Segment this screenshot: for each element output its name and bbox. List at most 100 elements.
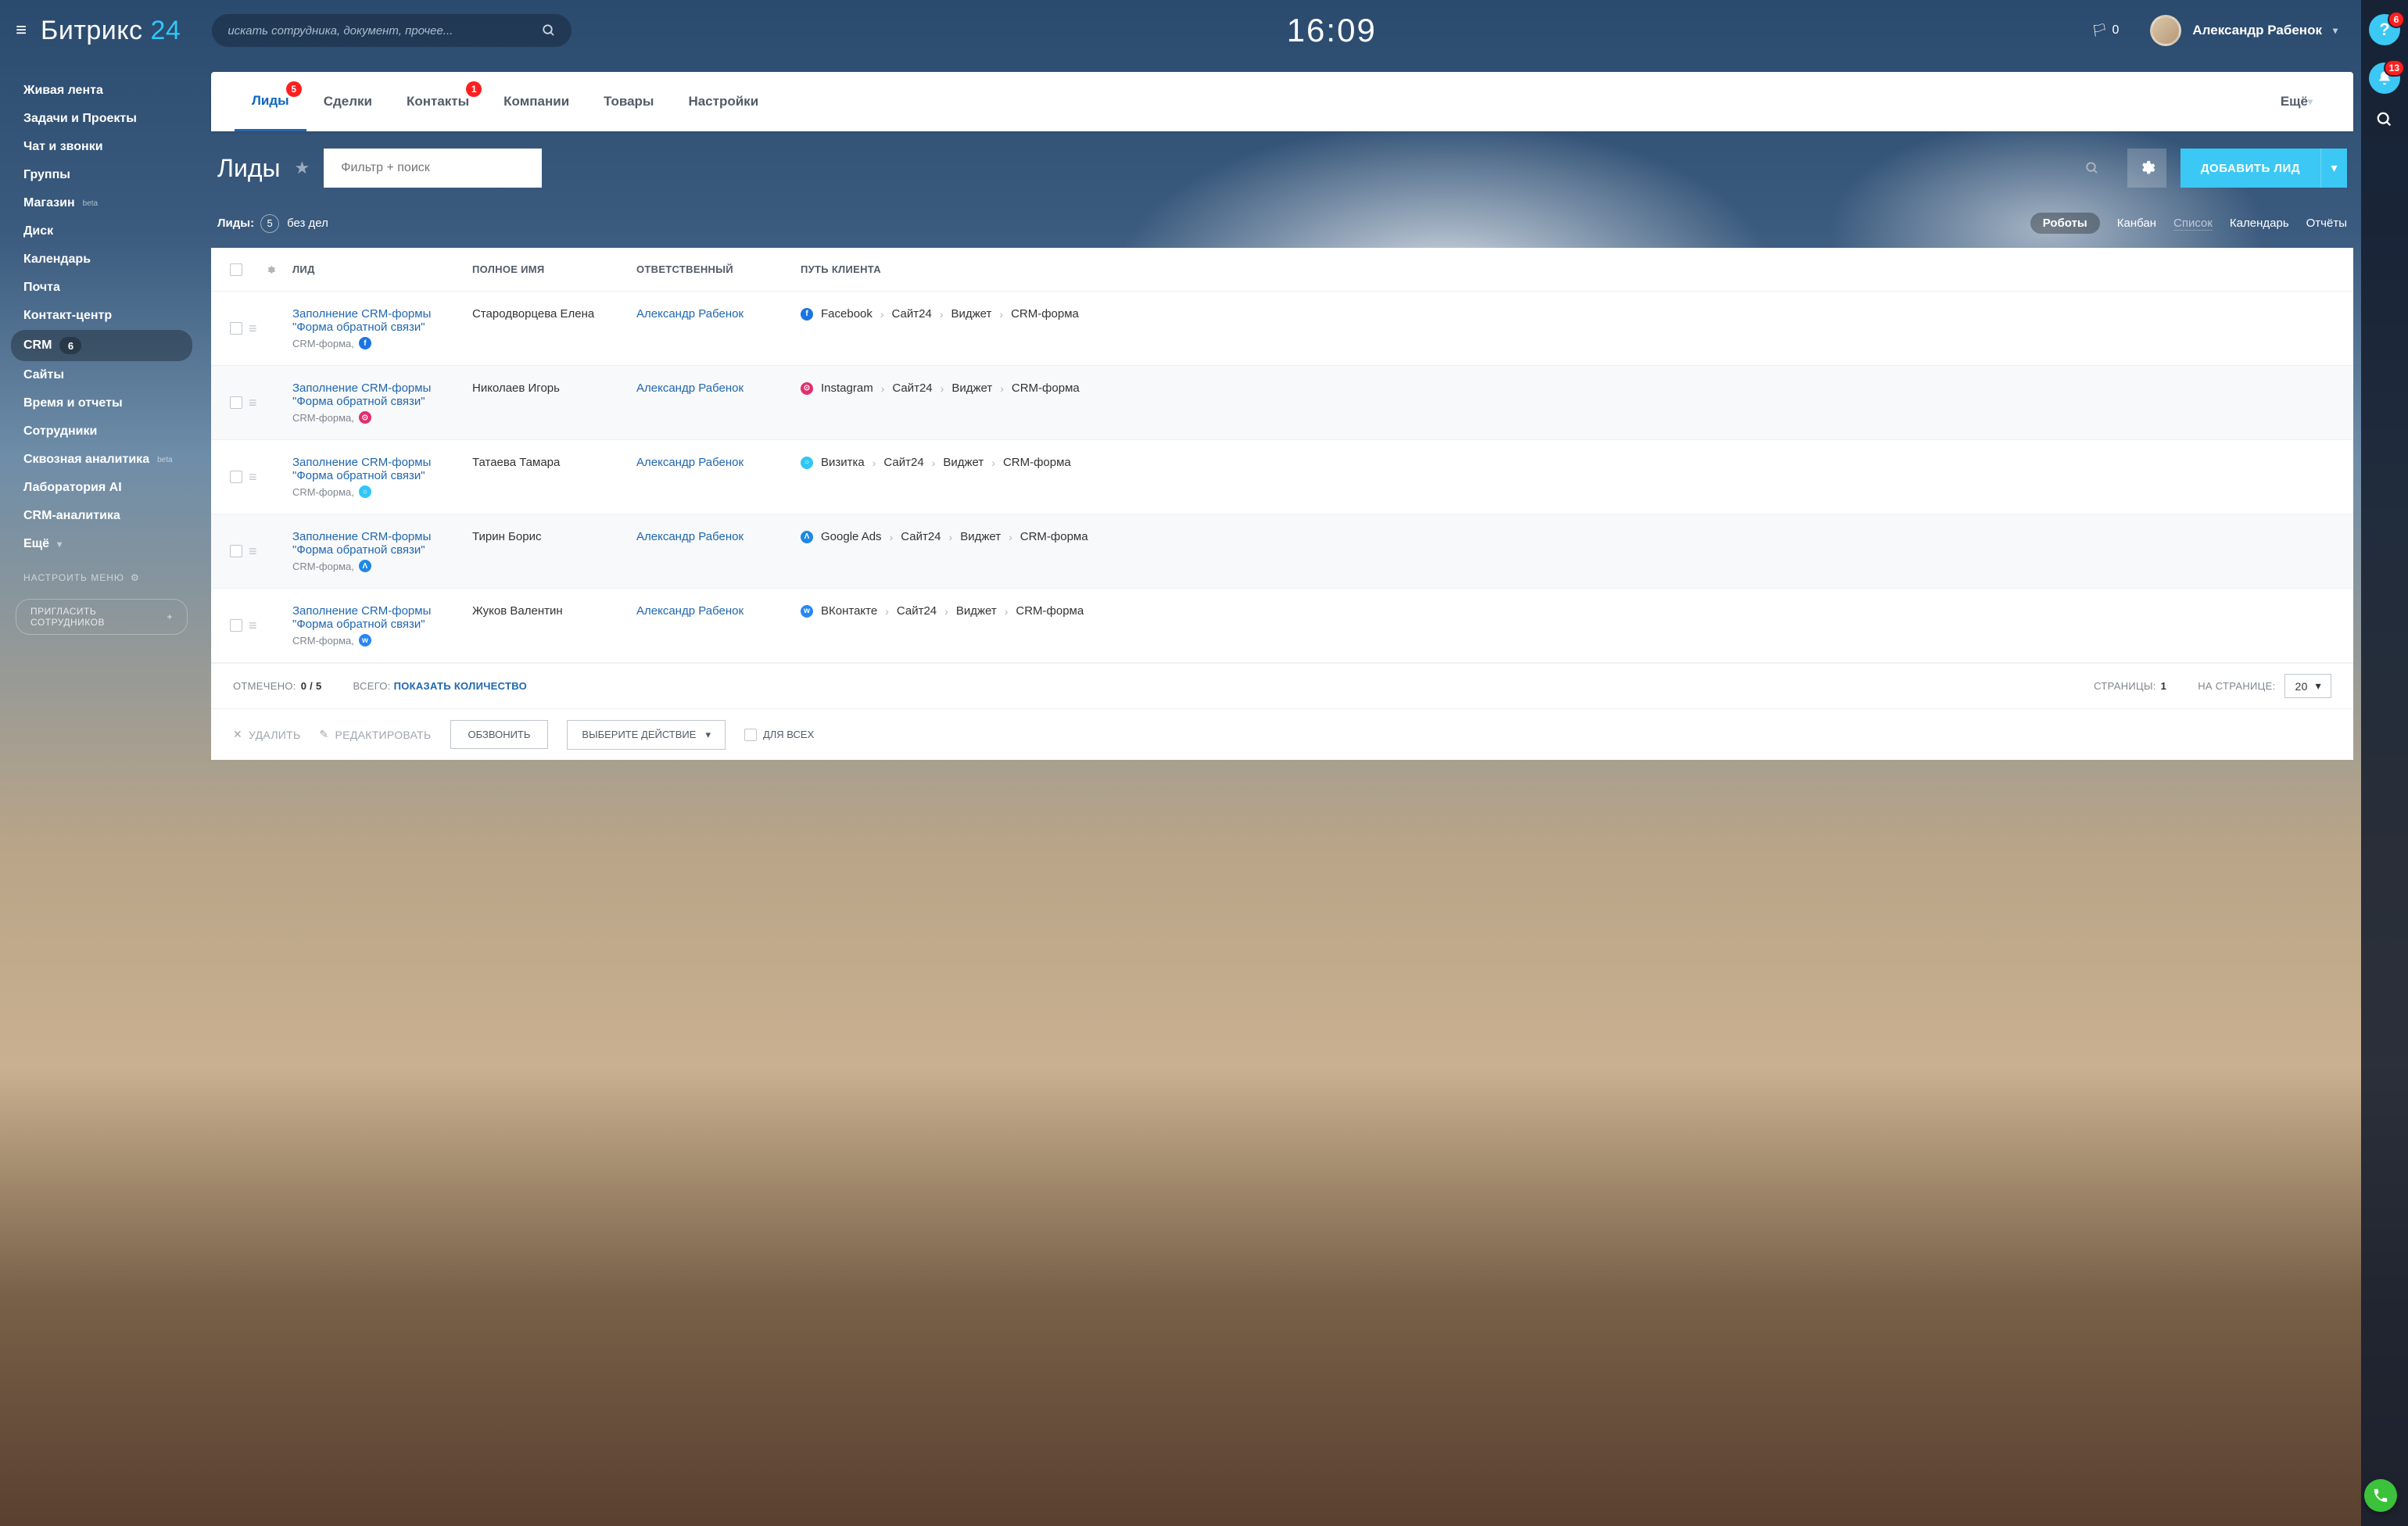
select-all-checkbox[interactable]	[230, 263, 242, 276]
nav-item-группы[interactable]: Группы	[11, 161, 192, 189]
view-список[interactable]: Список	[2173, 217, 2213, 231]
nav-item-календарь[interactable]: Календарь	[11, 245, 192, 274]
tab-сделки[interactable]: Сделки	[306, 72, 389, 131]
add-lead-button[interactable]: ДОБАВИТЬ ЛИД	[2180, 149, 2320, 188]
global-search[interactable]	[212, 14, 572, 47]
lead-link[interactable]: Заполнение CRM-формы "Форма обратной свя…	[292, 530, 472, 557]
flag-indicator[interactable]: 🏳 0	[2091, 23, 2119, 38]
title-row: Лиды ★ ДОБАВИТЬ ЛИД ▾	[211, 131, 2353, 205]
nav-item-чат-и-звонки[interactable]: Чат и звонки	[11, 133, 192, 161]
view-отчёты[interactable]: Отчёты	[2306, 217, 2347, 230]
star-icon[interactable]: ★	[295, 158, 310, 178]
drag-handle-icon[interactable]: ≡	[249, 544, 257, 558]
col-resp[interactable]: Ответственный	[636, 263, 801, 275]
responsible-link[interactable]: Александр Рабенок	[636, 382, 801, 424]
help-button[interactable]: ? 6	[2369, 14, 2400, 45]
show-total-link[interactable]: Показать количество	[394, 680, 527, 692]
responsible-link[interactable]: Александр Рабенок	[636, 604, 801, 647]
nav-item-лаборатория-ai[interactable]: Лаборатория AI	[11, 474, 192, 502]
view-канбан[interactable]: Канбан	[2117, 217, 2156, 230]
call-button[interactable]: Обзвонить	[450, 720, 549, 749]
col-lead[interactable]: Лид	[292, 263, 472, 275]
logo: Битрикс 24	[41, 16, 181, 46]
view-календарь[interactable]: Календарь	[2230, 217, 2289, 230]
row-checkbox[interactable]	[230, 396, 242, 409]
topbar: ≡ Битрикс 24 16:09 🏳 0 Александр Рабенок…	[0, 0, 2361, 61]
responsible-link[interactable]: Александр Рабенок	[636, 530, 801, 572]
nav-item-время-и-отчеты[interactable]: Время и отчеты	[11, 389, 192, 417]
nav-item-crm[interactable]: CRM6	[11, 330, 192, 361]
drag-handle-icon[interactable]: ≡	[249, 396, 257, 410]
invite-button[interactable]: Пригласить сотрудников +	[16, 599, 188, 635]
action-select[interactable]: Выберите действие▾	[567, 720, 726, 750]
forall-checkbox[interactable]: Для всех	[744, 729, 814, 741]
tab-контакты[interactable]: Контакты1	[389, 72, 486, 131]
rail-search-button[interactable]	[2376, 111, 2393, 128]
vk-icon: w	[359, 634, 371, 647]
nav-item-магазин[interactable]: Магазинbeta	[11, 189, 192, 217]
nav-item-ещё[interactable]: Ещё▾	[11, 530, 192, 558]
perpage-select[interactable]: 20▾	[2284, 674, 2331, 698]
settings-button[interactable]	[2127, 149, 2166, 188]
nav-item-почта[interactable]: Почта	[11, 274, 192, 302]
delete-action[interactable]: ✕ Удалить	[233, 728, 301, 741]
user-menu[interactable]: Александр Рабенок ▾	[2150, 15, 2338, 46]
nav-item-crm-аналитика[interactable]: CRM-аналитика	[11, 502, 192, 530]
call-fab[interactable]	[2364, 1479, 2397, 1512]
nav-item-сотрудники[interactable]: Сотрудники	[11, 417, 192, 446]
drag-handle-icon[interactable]: ≡	[249, 470, 257, 484]
ga-icon: Λ	[359, 560, 371, 572]
tab-настройки[interactable]: Настройки	[671, 72, 776, 131]
full-name: Татаева Тамара	[472, 456, 636, 498]
fb-icon: f	[359, 337, 371, 349]
gear-icon[interactable]	[264, 263, 292, 276]
chevron-right-icon: ›	[881, 382, 885, 395]
row-checkbox[interactable]	[230, 619, 242, 632]
tabs-more[interactable]: Ещё ▾	[2263, 72, 2330, 131]
chevron-right-icon: ›	[1005, 605, 1009, 618]
responsible-link[interactable]: Александр Рабенок	[636, 456, 801, 498]
lead-link[interactable]: Заполнение CRM-формы "Форма обратной свя…	[292, 604, 472, 631]
nav-item-задачи-и-проекты[interactable]: Задачи и Проекты	[11, 105, 192, 133]
drag-handle-icon[interactable]: ≡	[249, 618, 257, 632]
filter-input[interactable]	[324, 149, 542, 188]
responsible-link[interactable]: Александр Рабенок	[636, 307, 801, 349]
lead-source: CRM-форма, ○	[292, 485, 472, 498]
selected-value: 0 / 5	[301, 680, 322, 692]
nav-item-контакт-центр[interactable]: Контакт-центр	[11, 302, 192, 330]
row-checkbox[interactable]	[230, 545, 242, 557]
nav-item-сквозная-аналитика[interactable]: Сквозная аналитикаbeta	[11, 446, 192, 474]
global-search-input[interactable]	[228, 24, 542, 38]
nav-item-диск[interactable]: Диск	[11, 217, 192, 245]
chevron-down-icon: ▾	[2316, 679, 2321, 693]
robots-button[interactable]: Роботы	[2030, 213, 2100, 234]
full-name: Тирин Борис	[472, 530, 636, 572]
tab-компании[interactable]: Компании	[486, 72, 586, 131]
burger-menu-icon[interactable]: ≡	[16, 20, 27, 41]
left-nav: Живая лентаЗадачи и ПроектыЧат и звонкиГ…	[0, 61, 203, 1526]
notifications-button[interactable]: 13	[2369, 63, 2400, 94]
lead-link[interactable]: Заполнение CRM-формы "Форма обратной свя…	[292, 307, 472, 334]
notifications-badge: 13	[2384, 59, 2405, 77]
row-checkbox[interactable]	[230, 471, 242, 483]
lead-link[interactable]: Заполнение CRM-формы "Форма обратной свя…	[292, 382, 472, 408]
lead-source: CRM-форма, ⊙	[292, 411, 472, 424]
chevron-down-icon: ▾	[2333, 25, 2338, 36]
table-row: ≡ Заполнение CRM-формы "Форма обратной с…	[211, 366, 2353, 440]
col-name[interactable]: Полное имя	[472, 263, 636, 275]
add-lead-dropdown[interactable]: ▾	[2320, 149, 2347, 188]
chevron-down-icon: ▾	[705, 729, 711, 741]
configure-menu[interactable]: Настроить меню ⚙	[11, 558, 192, 591]
tab-лиды[interactable]: Лиды5	[235, 72, 306, 131]
nav-item-живая-лента[interactable]: Живая лента	[11, 77, 192, 105]
lead-link[interactable]: Заполнение CRM-формы "Форма обратной свя…	[292, 456, 472, 482]
tab-товары[interactable]: Товары	[586, 72, 671, 131]
drag-handle-icon[interactable]: ≡	[249, 321, 257, 335]
perpage-label: На странице:	[2198, 680, 2275, 692]
edit-action[interactable]: ✎ Редактировать	[320, 728, 432, 741]
subbar-filter[interactable]: без дел	[287, 217, 328, 230]
col-path[interactable]: Путь клиента	[801, 263, 2335, 275]
search-icon[interactable]	[2085, 161, 2099, 175]
nav-item-сайты[interactable]: Сайты	[11, 361, 192, 389]
row-checkbox[interactable]	[230, 322, 242, 335]
